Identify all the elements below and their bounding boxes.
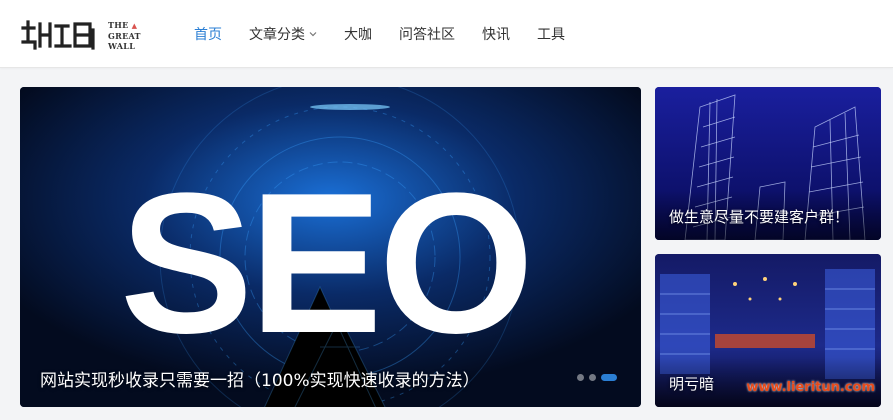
slide-big-text: SEO bbox=[120, 152, 530, 375]
logo-text: THE ▲ GREAT WALL bbox=[108, 20, 141, 51]
card-title[interactable]: 做生意尽量不要建客户群！ bbox=[669, 206, 849, 227]
side-card-1[interactable]: 做生意尽量不要建客户群！ bbox=[655, 87, 881, 240]
logo-line-1: THE ▲ bbox=[108, 19, 138, 30]
main-nav: 首页 文章分类 大咖 问答社区 快讯 工具 bbox=[194, 0, 592, 68]
nav-item-tools[interactable]: 工具 bbox=[537, 24, 565, 44]
slider-dot[interactable] bbox=[589, 374, 596, 381]
logo-mark-icon bbox=[21, 20, 95, 50]
slide-caption[interactable]: 网站实现秒收录只需要一招（100%实现快速收录的方法） bbox=[40, 366, 480, 391]
nav-item-categories[interactable]: 文章分类 bbox=[249, 24, 317, 44]
chevron-down-icon bbox=[309, 32, 317, 37]
slider-pagination bbox=[572, 374, 617, 381]
nav-item-news-flash[interactable]: 快讯 bbox=[482, 24, 510, 44]
logo-line-2: GREAT bbox=[108, 30, 141, 41]
nav-item-experts[interactable]: 大咖 bbox=[344, 24, 372, 44]
slider-dot[interactable] bbox=[577, 374, 584, 381]
card-title[interactable]: 明亏暗 bbox=[669, 373, 714, 394]
side-card-2[interactable]: 明亏暗 www.lieritun.com bbox=[655, 254, 881, 407]
nav-item-categories-label: 文章分类 bbox=[249, 27, 305, 43]
slide-image: SEO bbox=[20, 87, 641, 407]
site-logo[interactable]: THE ▲ GREAT WALL bbox=[20, 14, 150, 56]
featured-slider[interactable]: SEO 网站实现秒收录只需要一招（100%实现快速收录的方法） bbox=[20, 87, 641, 407]
site-header: THE ▲ GREAT WALL 首页 文章分类 大咖 问答社区 快讯 工具 bbox=[0, 0, 893, 68]
logo-line-3: WALL bbox=[108, 40, 136, 51]
slider-dot-active[interactable] bbox=[601, 374, 617, 381]
nav-item-home[interactable]: 首页 bbox=[194, 24, 222, 44]
nav-item-qa-community[interactable]: 问答社区 bbox=[399, 24, 455, 44]
watermark-text: www.lieritun.com bbox=[746, 380, 875, 395]
